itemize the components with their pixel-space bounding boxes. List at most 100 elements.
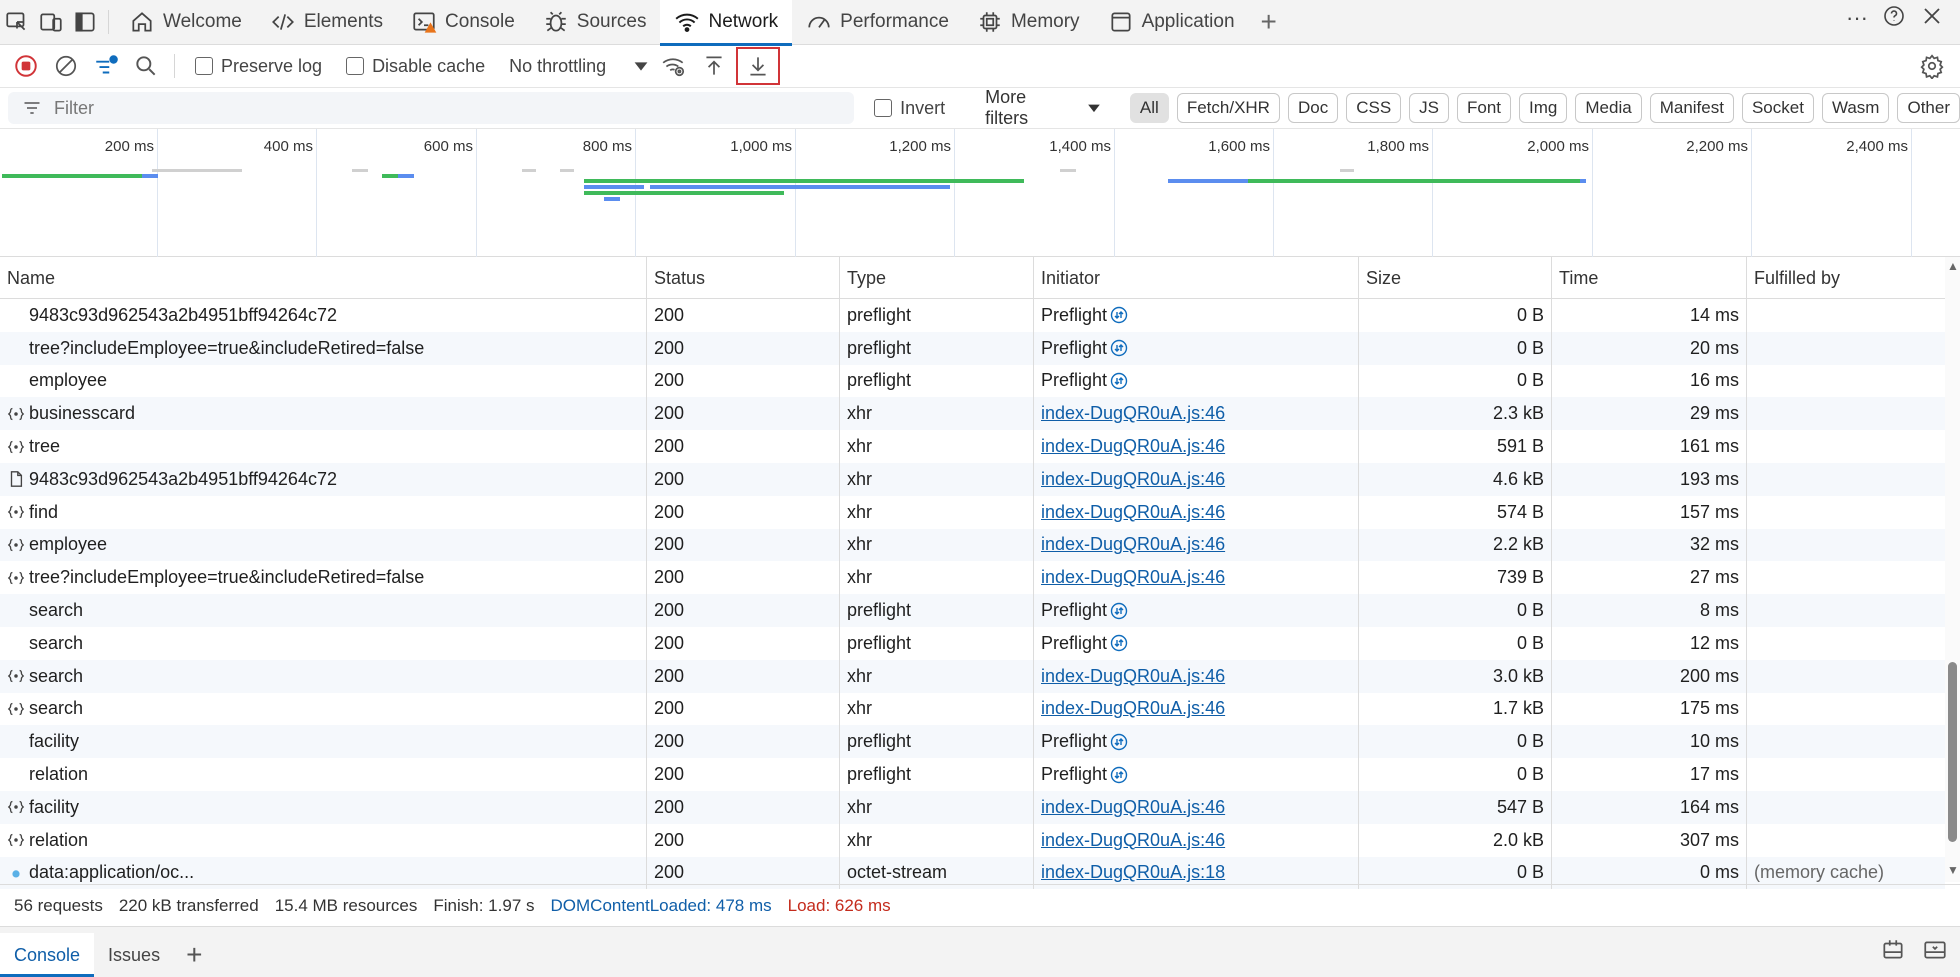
preflight-info-icon[interactable]	[1109, 633, 1129, 653]
filter-chip-css[interactable]: CSS	[1346, 93, 1402, 123]
table-row[interactable]: relation 200 xhr index-DugQR0uA.js:46 2.0 kB…	[0, 823, 1945, 857]
cell-name[interactable]: relation	[0, 758, 647, 791]
add-tab-icon[interactable]: +	[1249, 6, 1289, 38]
table-scrollbar[interactable]: ▲ ▼	[1945, 257, 1960, 882]
tab-welcome[interactable]: Welcome	[115, 0, 256, 45]
filter-chip-all[interactable]: All	[1129, 93, 1169, 123]
initiator-link[interactable]: index-DugQR0uA.js:46	[1041, 797, 1225, 818]
filter-chip-js[interactable]: JS	[1409, 93, 1450, 123]
cell-name[interactable]: search	[0, 626, 647, 660]
scrollbar-thumb[interactable]	[1948, 662, 1957, 842]
cell-name[interactable]: find	[0, 495, 647, 529]
initiator-link[interactable]: index-DugQR0uA.js:46	[1041, 534, 1225, 555]
cell-name[interactable]: tree?includeEmployee=true&includeRetired…	[0, 561, 647, 595]
disable-cache-checkbox[interactable]: Disable cache	[346, 56, 485, 77]
filter-chip-other[interactable]: Other	[1897, 93, 1960, 123]
filter-toggle-icon[interactable]	[88, 48, 124, 84]
initiator-link[interactable]: index-DugQR0uA.js:46	[1041, 567, 1225, 588]
more-options-icon[interactable]: ···	[1846, 5, 1868, 31]
preflight-info-icon[interactable]	[1109, 371, 1129, 391]
close-drawer-icon[interactable]	[1922, 937, 1948, 968]
cell-name[interactable]: search	[0, 692, 647, 726]
cell-name[interactable]: 9483c93d962543a2b4951bff94264c72	[0, 462, 647, 496]
search-icon[interactable]	[128, 48, 164, 84]
initiator-link[interactable]: index-DugQR0uA.js:46	[1041, 436, 1225, 457]
filter-chip-fetch-xhr[interactable]: Fetch/XHR	[1176, 93, 1280, 123]
filter-input[interactable]: Filter	[8, 92, 855, 124]
cell-name[interactable]: facility	[0, 790, 647, 824]
clear-icon[interactable]	[48, 48, 84, 84]
checkbox-box[interactable]	[874, 99, 893, 117]
cell-name[interactable]: employee	[0, 528, 647, 562]
column-header-name[interactable]: Name	[0, 257, 647, 299]
table-row[interactable]: search 200 preflight Preflight 0 B 12 ms	[0, 626, 1945, 660]
table-row[interactable]: relation 200 preflight Preflight 0 B 17 ms	[0, 758, 1945, 791]
column-header-fulfilled-by[interactable]: Fulfilled by	[1747, 257, 1945, 299]
stop-recording-icon[interactable]	[8, 48, 44, 84]
table-row[interactable]: tree?includeEmployee=true&includeRetired…	[0, 561, 1945, 595]
initiator-link[interactable]: index-DugQR0uA.js:46	[1041, 469, 1225, 490]
checkbox-box[interactable]	[195, 57, 213, 75]
filter-chip-doc[interactable]: Doc	[1287, 93, 1339, 123]
tab-sources[interactable]: Sources	[529, 0, 661, 45]
column-header-initiator[interactable]: Initiator	[1034, 257, 1359, 299]
table-row[interactable]: search 200 xhr index-DugQR0uA.js:46 3.0 kB 20…	[0, 659, 1945, 693]
network-conditions-icon[interactable]	[656, 48, 692, 84]
import-har-icon[interactable]	[696, 48, 732, 84]
table-row[interactable]: facility 200 xhr index-DugQR0uA.js:46 547 B1…	[0, 790, 1945, 824]
filter-chip-wasm[interactable]: Wasm	[1821, 93, 1890, 123]
table-row[interactable]: employee 200 preflight Preflight 0 B 16 ms	[0, 364, 1945, 398]
table-row[interactable]: employee 200 xhr index-DugQR0uA.js:46 2.2 kB…	[0, 528, 1945, 562]
throttling-select[interactable]: No throttling	[509, 55, 652, 77]
tab-elements[interactable]: Elements	[256, 0, 397, 45]
table-row[interactable]: tree 200 xhr index-DugQR0uA.js:46 591 B 161 m…	[0, 430, 1945, 463]
close-icon[interactable]	[1920, 4, 1944, 33]
cell-name[interactable]: businesscard	[0, 397, 647, 431]
preflight-info-icon[interactable]	[1109, 305, 1129, 325]
tab-console[interactable]: Console	[397, 0, 529, 45]
cell-name[interactable]: 9483c93d962543a2b4951bff94264c72	[0, 299, 647, 332]
tab-application[interactable]: Application	[1094, 0, 1249, 45]
cell-name[interactable]: search	[0, 659, 647, 693]
column-header-size[interactable]: Size	[1359, 257, 1552, 299]
filter-chip-socket[interactable]: Socket	[1741, 93, 1814, 123]
initiator-link[interactable]: index-DugQR0uA.js:46	[1041, 830, 1225, 851]
help-icon[interactable]	[1882, 4, 1906, 33]
filter-chip-font[interactable]: Font	[1457, 93, 1512, 123]
cell-name[interactable]: facility	[0, 725, 647, 759]
drawer-tab-console[interactable]: Console	[0, 933, 95, 977]
table-row[interactable]: tree?includeEmployee=true&includeRetired…	[0, 331, 1945, 365]
preserve-log-checkbox[interactable]: Preserve log	[195, 56, 322, 77]
dock-drawer-icon[interactable]	[1880, 937, 1906, 968]
dock-panel-icon[interactable]	[68, 5, 102, 39]
preflight-info-icon[interactable]	[1109, 765, 1129, 785]
initiator-link[interactable]: index-DugQR0uA.js:46	[1041, 666, 1225, 687]
export-har-icon[interactable]	[736, 47, 781, 85]
invert-checkbox[interactable]: Invert	[874, 98, 945, 119]
column-header-type[interactable]: Type	[840, 257, 1034, 299]
initiator-link[interactable]: index-DugQR0uA.js:18	[1041, 862, 1225, 883]
more-filters-dropdown[interactable]: More filters	[985, 87, 1104, 129]
table-row[interactable]: facility 200 preflight Preflight 0 B 10 ms	[0, 725, 1945, 759]
scroll-down-arrow-icon[interactable]: ▼	[1947, 863, 1959, 877]
initiator-link[interactable]: index-DugQR0uA.js:46	[1041, 502, 1225, 523]
preflight-info-icon[interactable]	[1109, 732, 1129, 752]
inspect-element-icon[interactable]	[0, 5, 34, 39]
network-overview-timeline[interactable]: 200 ms 400 ms 600 ms 800 ms 1,000 ms 1,2…	[0, 129, 1960, 383]
tab-performance[interactable]: Performance	[792, 0, 963, 45]
cell-name[interactable]: search	[0, 594, 647, 627]
preflight-info-icon[interactable]	[1109, 601, 1129, 621]
column-header-status[interactable]: Status	[647, 257, 840, 299]
table-row[interactable]: search 200 preflight Preflight 0 B8 ms	[0, 594, 1945, 627]
scroll-up-arrow-icon[interactable]: ▲	[1947, 259, 1959, 273]
cell-name[interactable]: tree?includeEmployee=true&includeRetired…	[0, 331, 647, 365]
tab-memory[interactable]: Memory	[963, 0, 1094, 45]
column-header-time[interactable]: Time	[1552, 257, 1747, 299]
table-row[interactable]: 9483c93d962543a2b4951bff94264c72 200 xhr in…	[0, 462, 1945, 496]
filter-chip-media[interactable]: Media	[1575, 93, 1642, 123]
checkbox-box[interactable]	[346, 57, 365, 75]
settings-gear-icon[interactable]	[1914, 48, 1950, 84]
table-row[interactable]: find 200 xhr index-DugQR0uA.js:46 574 B 157 m…	[0, 495, 1945, 529]
cell-name[interactable]: employee	[0, 364, 647, 398]
device-emulation-icon[interactable]	[34, 5, 68, 39]
